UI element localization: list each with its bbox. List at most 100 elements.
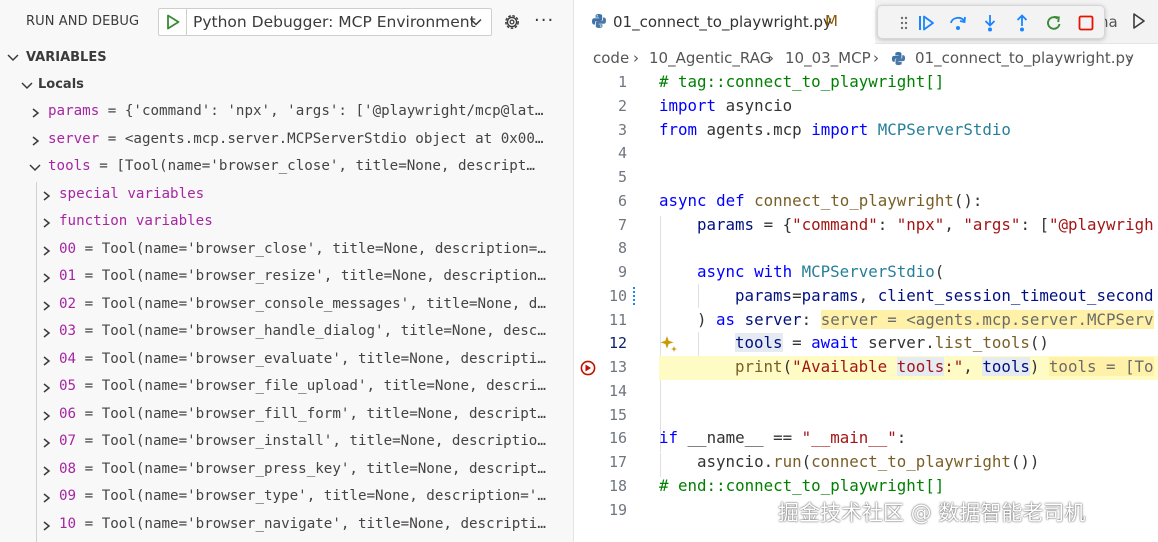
variables-title: VARIABLES <box>26 50 107 65</box>
variable-value: = Tool(name='browser_console_messages', … <box>76 296 546 312</box>
line-number: 17 <box>608 453 627 471</box>
code-string: "args" <box>963 215 1021 234</box>
code-keyword: if <box>659 428 679 447</box>
code-line: 1 # tag::connect_to_playwright[] <box>575 71 1158 95</box>
inline-debug-value: server = <agents.mcp.server.MCPServ <box>820 310 1154 329</box>
chevron-right-icon <box>43 466 51 476</box>
variable-group-row[interactable]: special variables <box>0 182 573 209</box>
code-variable: params <box>697 215 755 234</box>
code-comment: # end::connect_to_playwright[] <box>659 476 945 495</box>
variable-group-row[interactable]: function variables <box>0 209 573 236</box>
code-token: ) <box>1029 357 1049 376</box>
code-keyword: def <box>706 191 755 210</box>
step-out-button[interactable] <box>1010 11 1034 35</box>
variable-row[interactable]: 09 = Tool(name='browser_type', title=Non… <box>0 484 573 511</box>
code-token: () <box>1029 333 1049 352</box>
line-number: 1 <box>617 73 627 91</box>
variable-name: 01 <box>59 268 77 284</box>
chevron-down-icon <box>21 82 33 90</box>
variable-row[interactable]: params = {'command': 'npx', 'args': ['@p… <box>0 99 573 126</box>
line-number: 7 <box>617 216 627 234</box>
editor-tab-bar: 01_connect_to_playwright.py M ha <box>575 0 1158 44</box>
code-token: ()) <box>1010 452 1040 471</box>
variable-value: = Tool(name='browser_navigate', title=No… <box>76 516 546 532</box>
chevron-right-icon <box>43 356 51 366</box>
editor-tab-active[interactable]: 01_connect_to_playwright.py M <box>575 0 875 44</box>
debug-config-select[interactable]: Python Debugger: MCP Environment <box>158 8 492 36</box>
variable-row[interactable]: server = <agents.mcp.server.MCPServerStd… <box>0 127 573 154</box>
code-function: connect_to_playwright <box>754 191 954 210</box>
variable-row-expanded[interactable]: tools = [Tool(name='browser_close', titl… <box>0 154 573 181</box>
variable-row[interactable]: 02 = Tool(name='browser_console_messages… <box>0 292 573 319</box>
line-number: 3 <box>617 121 627 139</box>
restart-icon <box>1047 15 1061 30</box>
chevron-right-icon <box>43 273 51 283</box>
variable-value: = {'command': 'npx', 'args': ['@playwrig… <box>99 103 544 119</box>
locals-scope[interactable]: Locals <box>0 74 573 96</box>
chevron-right-icon <box>43 383 51 393</box>
step-over-button[interactable] <box>946 11 970 35</box>
variable-row[interactable]: 03 = Tool(name='browser_handle_dialog', … <box>0 319 573 346</box>
code-line: 5 <box>575 166 1158 190</box>
stop-button[interactable] <box>1074 11 1098 35</box>
breadcrumb-item[interactable]: 10_Agentic_RAG <box>649 49 771 67</box>
line-number: 9 <box>617 263 627 281</box>
code-token: : <box>877 215 897 234</box>
more-actions-icon[interactable]: ··· <box>534 10 554 31</box>
drag-handle[interactable] <box>892 11 916 35</box>
gear-icon[interactable] <box>502 12 522 32</box>
stop-icon <box>1078 15 1094 31</box>
code-area[interactable]: 1 # tag::connect_to_playwright[] 2 impor… <box>575 70 1158 542</box>
variable-value: = Tool(name='browser_handle_dialog', tit… <box>76 323 546 339</box>
breadcrumb-item[interactable]: code <box>593 49 629 67</box>
code-line: 12 tools = await server.list_tools() <box>575 332 1158 356</box>
variable-row[interactable]: 05 = Tool(name='browser_file_upload', ti… <box>0 374 573 401</box>
start-debugging-button[interactable] <box>159 9 187 35</box>
restart-button[interactable] <box>1042 11 1066 35</box>
code-token: ( <box>934 262 945 281</box>
step-into-button[interactable] <box>978 11 1002 35</box>
variable-name: 09 <box>59 488 77 504</box>
breadcrumb-item[interactable]: 10_03_MCP <box>785 49 871 67</box>
continue-button[interactable] <box>914 11 938 35</box>
code-token: ( <box>782 357 793 376</box>
variable-row[interactable]: 06 = Tool(name='browser_fill_form', titl… <box>0 402 573 429</box>
code-function: print <box>735 357 783 376</box>
variable-row[interactable]: 10 = Tool(name='browser_navigate', title… <box>0 512 573 539</box>
code-string: tools <box>896 357 945 376</box>
variable-name: 05 <box>59 378 77 394</box>
code-line-current: 13 print("Available tools:", tools) tool… <box>575 356 1158 380</box>
inline-debug-value: tools = [To <box>1048 357 1154 376</box>
run-file-icon[interactable] <box>1131 12 1147 30</box>
chevron-right-icon <box>43 521 51 531</box>
code-token: = <box>782 333 812 352</box>
variable-row[interactable]: 01 = Tool(name='browser_resize', title=N… <box>0 264 573 291</box>
variable-name: 10 <box>59 516 77 532</box>
code-function: list_tools <box>934 333 1030 352</box>
debug-config-name: Python Debugger: MCP Environment <box>193 13 476 31</box>
sparkle-icon[interactable] <box>659 334 679 354</box>
variable-row[interactable]: 08 = Tool(name='browser_press_key', titl… <box>0 457 573 484</box>
debug-header: RUN AND DEBUG Python Debugger: MCP Envir… <box>0 0 573 44</box>
code-line: 6 async def connect_to_playwright(): <box>575 190 1158 214</box>
code-keyword: import <box>811 120 869 139</box>
variable-row[interactable]: 07 = Tool(name='browser_install', title=… <box>0 429 573 456</box>
variable-name: 08 <box>59 461 77 477</box>
variable-name: 00 <box>59 241 77 257</box>
line-number: 19 <box>608 501 627 519</box>
variable-row[interactable]: 00 = Tool(name='browser_close', title=No… <box>0 237 573 264</box>
chevron-right-icon <box>32 136 40 146</box>
play-icon <box>166 14 179 30</box>
step-over-icon <box>950 16 966 30</box>
variable-row[interactable]: 04 = Tool(name='browser_evaluate', title… <box>0 347 573 374</box>
line-number: 16 <box>608 429 627 447</box>
breadcrumb-item[interactable]: 01_connect_to_playwright.py <box>915 49 1134 67</box>
code-string: "__main__" <box>801 428 897 447</box>
tab-filename: 01_connect_to_playwright.py <box>613 13 832 31</box>
gripper-icon <box>900 16 908 30</box>
code-line: 14 <box>575 380 1158 404</box>
line-number: 13 <box>608 358 627 376</box>
variables-section-header[interactable]: VARIABLES <box>0 46 573 70</box>
variable-value: = Tool(name='browser_type', title=None, … <box>76 488 546 504</box>
